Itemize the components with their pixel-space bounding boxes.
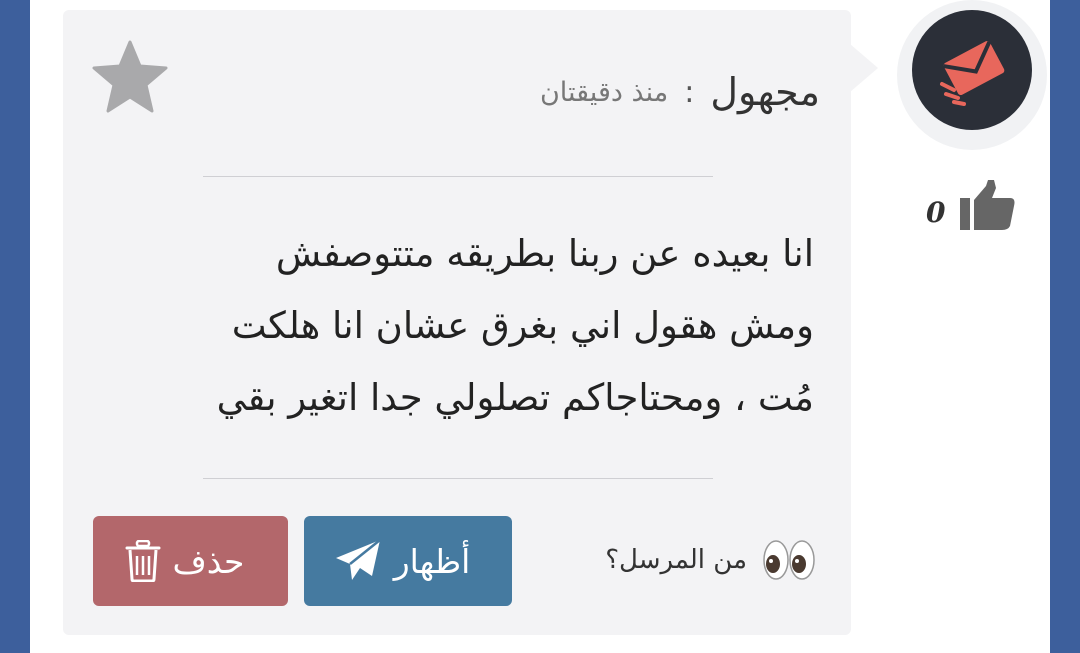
bottom-divider (203, 478, 713, 479)
sender-question-text: من المرسل؟ (605, 545, 747, 575)
message-line: ومش هقول اني بغرق عشان انا هلكت (231, 304, 814, 347)
message-text: انا بعيده عن ربنا بطريقه متتوصفش ومش هقو… (80, 218, 814, 434)
top-divider (203, 176, 713, 177)
message-line: انا بعيده عن ربنا بطريقه متتوصفش (275, 232, 814, 275)
delete-button[interactable]: حذف (93, 516, 288, 606)
like-count: 0 (926, 196, 946, 229)
header-separator: : (684, 74, 695, 110)
paper-plane-icon (335, 539, 381, 580)
eyes-icon (763, 540, 815, 580)
show-sender-button[interactable]: أظهار (304, 516, 512, 606)
star-icon[interactable] (90, 38, 170, 116)
show-button-label: أظهار (393, 541, 471, 581)
trash-icon (125, 540, 161, 582)
card-pointer (850, 44, 878, 92)
delete-button-label: حذف (172, 541, 245, 581)
sender-question: من المرسل؟ (605, 538, 817, 582)
post-time: منذ دقيقتان (539, 76, 669, 108)
avatar (912, 10, 1032, 130)
post-header: مجهول : منذ دقيقتان (540, 70, 820, 114)
envelope-icon (940, 40, 1005, 106)
sender-name: مجهول (710, 70, 820, 114)
message-line: مُت ، ومحتاجاكم تصلولي جدا اتغير بقي (216, 376, 814, 419)
thumbs-up-icon[interactable] (958, 178, 1018, 234)
